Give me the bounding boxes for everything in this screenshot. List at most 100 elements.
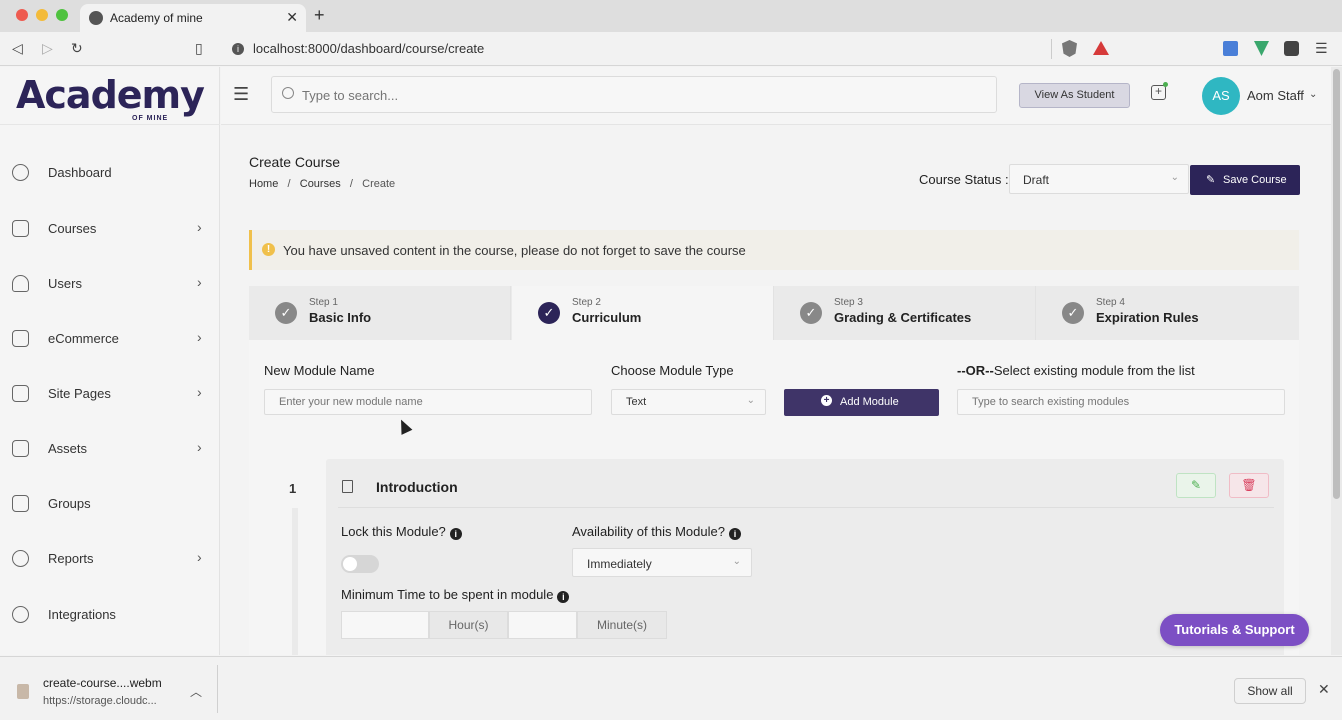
info-icon[interactable]: i [728, 528, 741, 540]
sidebar-item-label: Reports [48, 551, 94, 566]
cart-icon [12, 330, 29, 347]
sidebar-item-ecommerce[interactable]: eCommerce › [0, 319, 220, 359]
course-status-select[interactable]: Draft ⌄ [1009, 164, 1189, 194]
translate-icon[interactable] [1223, 41, 1238, 56]
sidebar-item-label: Site Pages [48, 386, 111, 401]
close-downloads-icon[interactable]: ✕ [1318, 681, 1330, 698]
sidebar-item-label: eCommerce [48, 331, 119, 346]
divider [0, 124, 220, 125]
module-title: Introduction [376, 479, 458, 495]
address-bar: ◁ ▷ ↻ ▯ i localhost:8000/dashboard/cours… [0, 32, 1342, 66]
save-course-button[interactable]: ✎ Save Course [1190, 165, 1300, 195]
minutes-input[interactable] [508, 611, 577, 639]
download-file-name[interactable]: create-course....webm [43, 676, 162, 690]
view-as-student-button[interactable]: View As Student [1019, 83, 1130, 108]
chevron-up-icon[interactable]: ︿ [190, 683, 202, 700]
course-status-label: Course Status : [919, 172, 1009, 187]
tutorials-support-button[interactable]: Tutorials & Support [1160, 614, 1309, 646]
check-circle-icon: ✓ [538, 302, 560, 324]
search-box[interactable] [271, 76, 997, 113]
step-expiration-rules[interactable]: ✓ Step 4 Expiration Rules [1036, 286, 1298, 340]
brave-rewards-icon[interactable] [1093, 41, 1109, 55]
show-all-button[interactable]: Show all [1234, 678, 1306, 704]
minimize-window-button[interactable] [36, 9, 48, 21]
existing-module-search[interactable] [957, 389, 1285, 415]
user-icon [12, 275, 29, 292]
file-icon [17, 684, 29, 699]
top-header: ☰ View As Student + AS Aom Staff ⌄ [221, 67, 1331, 125]
info-icon[interactable]: i [449, 528, 462, 540]
module-number: 1 [289, 481, 297, 496]
sidebar-item-users[interactable]: Users › [0, 264, 220, 304]
sidebar-item-dashboard[interactable]: Dashboard [0, 153, 220, 193]
lock-module-toggle[interactable] [341, 555, 379, 573]
check-circle-icon: ✓ [1062, 302, 1084, 324]
chevron-right-icon: › [197, 384, 202, 400]
avatar[interactable]: AS [1202, 77, 1240, 115]
back-icon[interactable]: ◁ [12, 40, 23, 57]
menu-icon[interactable]: ☰ [1315, 40, 1328, 57]
breadcrumb-separator: / [281, 178, 297, 190]
maximize-window-button[interactable] [56, 9, 68, 21]
sidebar-item-groups[interactable]: Groups [0, 484, 220, 524]
building-icon [12, 495, 29, 512]
info-icon[interactable]: i [557, 591, 570, 603]
reload-icon[interactable]: ↻ [71, 40, 83, 57]
close-tab-icon[interactable]: ✕ [286, 9, 298, 26]
search-input[interactable] [302, 86, 962, 104]
delete-module-button[interactable]: 🗑 [1229, 473, 1269, 498]
forward-icon[interactable]: ▷ [42, 40, 53, 57]
save-course-label: Save Course [1223, 174, 1287, 186]
pencil-icon: ✎ [1206, 174, 1216, 186]
add-icon[interactable]: + [1151, 85, 1166, 100]
hamburger-menu-icon[interactable]: ☰ [233, 84, 249, 105]
breadcrumb-home[interactable]: Home [249, 178, 278, 190]
module-type-value: Text [626, 396, 647, 408]
new-module-label: New Module Name [264, 363, 375, 378]
availability-select[interactable]: Immediately ⌄ [572, 548, 752, 577]
globe-icon [89, 11, 103, 25]
sidebar-item-courses[interactable]: Courses › [0, 209, 220, 249]
vue-devtools-icon[interactable] [1254, 41, 1269, 56]
scrollbar-thumb[interactable] [1333, 69, 1340, 499]
new-tab-button[interactable]: + [314, 5, 325, 26]
edit-module-button[interactable]: ✎ [1176, 473, 1216, 498]
dashboard-icon [12, 164, 29, 181]
browser-tab-bar: Academy of mine ✕ + [0, 0, 1342, 32]
pages-icon [12, 385, 29, 402]
step-grading-certificates[interactable]: ✓ Step 3 Grading & Certificates [774, 286, 1036, 340]
chevron-down-icon[interactable]: ⌄ [1309, 89, 1317, 100]
hours-input[interactable] [341, 611, 429, 639]
step-curriculum[interactable]: ✓ Step 2 Curriculum [512, 286, 774, 340]
breadcrumb-courses[interactable]: Courses [300, 178, 341, 190]
browser-tab[interactable]: Academy of mine ✕ [80, 4, 306, 32]
curriculum-panel: New Module Name Choose Module Type Text … [249, 340, 1299, 655]
sidebar-item-reports[interactable]: Reports › [0, 539, 220, 579]
step-basic-info[interactable]: ✓ Step 1 Basic Info [249, 286, 511, 340]
sidebar-item-assets[interactable]: Assets › [0, 429, 220, 469]
lock-module-label: Lock this Module? i [341, 524, 462, 540]
sidebar-item-label: Integrations [48, 607, 116, 622]
sidebar-item-integrations[interactable]: Integrations [0, 595, 220, 635]
new-module-input[interactable] [264, 389, 592, 415]
extensions-icon[interactable] [1284, 41, 1299, 56]
site-info-icon[interactable]: i [232, 43, 244, 55]
download-file-url: https://storage.cloudc... [43, 695, 157, 707]
url-text[interactable]: localhost:8000/dashboard/course/create [253, 41, 484, 56]
sidebar-item-site-pages[interactable]: Site Pages › [0, 374, 220, 414]
chevron-down-icon: ⌄ [1170, 172, 1179, 183]
book-icon [12, 220, 29, 237]
chevron-down-icon: ⌄ [746, 395, 755, 406]
bookmark-icon[interactable]: ▯ [195, 40, 203, 57]
page-scrollbar[interactable] [1331, 67, 1342, 655]
integrations-icon [12, 606, 29, 623]
module-type-select[interactable]: Text ⌄ [611, 389, 766, 415]
breadcrumb: Home / Courses / Create [249, 178, 395, 190]
step-name: Basic Info [309, 310, 372, 325]
warning-icon: ! [262, 243, 275, 256]
logo[interactable]: Academy [16, 73, 205, 117]
alert-text: You have unsaved content in the course, … [283, 243, 746, 258]
user-name[interactable]: Aom Staff [1247, 88, 1304, 103]
add-module-button[interactable]: + Add Module [784, 389, 939, 416]
close-window-button[interactable] [16, 9, 28, 21]
